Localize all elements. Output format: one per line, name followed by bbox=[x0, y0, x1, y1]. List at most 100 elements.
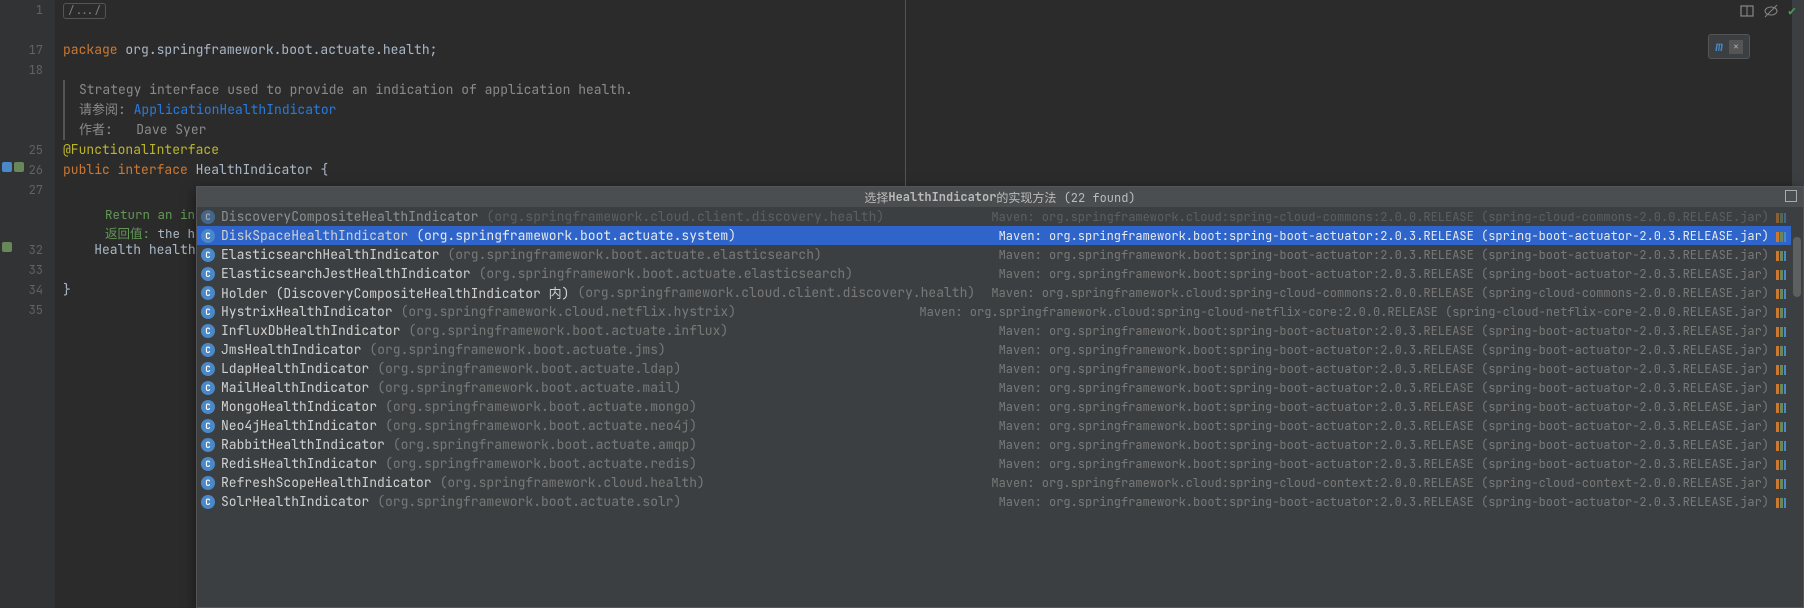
implementation-item[interactable]: CRabbitHealthIndicator(org.springframewo… bbox=[197, 435, 1791, 454]
library-info: Maven: org.springframework.boot:spring-b… bbox=[999, 323, 1769, 339]
inspection-eye-icon[interactable] bbox=[1764, 4, 1778, 18]
class-name: HystrixHealthIndicator bbox=[221, 303, 393, 320]
popup-scrollbar[interactable] bbox=[1791, 207, 1803, 607]
editor-top-toolbar: ✔ bbox=[1740, 2, 1796, 19]
popup-title-bold: HealthIndicator bbox=[888, 189, 996, 205]
implementation-item[interactable]: CJmsHealthIndicator(org.springframework.… bbox=[197, 340, 1791, 359]
javadoc-author: Dave Syer bbox=[136, 121, 206, 138]
gutter-line bbox=[0, 20, 43, 40]
class-name: LdapHealthIndicator bbox=[221, 360, 369, 377]
gutter-line: 33 bbox=[0, 260, 43, 280]
library-icon bbox=[1775, 477, 1787, 489]
class-icon: C bbox=[201, 381, 215, 395]
class-name: ElasticsearchHealthIndicator bbox=[221, 246, 439, 263]
reader-mode-icon[interactable] bbox=[1740, 4, 1754, 18]
implementation-item[interactable]: CRedisHealthIndicator(org.springframewor… bbox=[197, 454, 1791, 473]
scrollbar-thumb[interactable] bbox=[1793, 237, 1801, 297]
library-icon bbox=[1775, 287, 1787, 299]
method-return-type: Health bbox=[94, 241, 141, 258]
implementations-popup: 选择HealthIndicator的实现方法 (22 found) CDisco… bbox=[196, 186, 1804, 608]
class-name: JmsHealthIndicator bbox=[221, 341, 361, 358]
package-label: (org.springframework.boot.actuate.solr) bbox=[377, 493, 681, 510]
class-name: InfluxDbHealthIndicator bbox=[221, 322, 400, 339]
maven-icon[interactable]: m bbox=[1715, 38, 1723, 55]
fullscreen-icon[interactable] bbox=[1785, 190, 1797, 202]
library-info: Maven: org.springframework.cloud:spring-… bbox=[919, 304, 1769, 320]
javadoc-summary: Strategy interface used to provide an in… bbox=[79, 81, 633, 98]
implementation-item[interactable]: CMailHealthIndicator(org.springframework… bbox=[197, 378, 1791, 397]
library-icon bbox=[1775, 306, 1787, 318]
popup-list[interactable]: CDiscoveryCompositeHealthIndicator(org.s… bbox=[197, 207, 1791, 607]
library-icon bbox=[1775, 363, 1787, 375]
javadoc-see-link[interactable]: ApplicationHealthIndicator bbox=[134, 101, 337, 118]
implementation-item[interactable]: CInfluxDbHealthIndicator(org.springframe… bbox=[197, 321, 1791, 340]
library-info: Maven: org.springframework.boot:spring-b… bbox=[999, 228, 1769, 244]
maven-reload-toolbar: m × bbox=[1708, 34, 1750, 59]
open-brace: { bbox=[320, 161, 328, 178]
implementation-item[interactable]: CDiscoveryCompositeHealthIndicator(org.s… bbox=[197, 207, 1791, 226]
package-name: org.springframework.boot.actuate.health bbox=[125, 41, 429, 58]
method-doc-returns-label: 返回值: bbox=[105, 225, 150, 242]
analysis-ok-icon[interactable]: ✔ bbox=[1788, 2, 1796, 19]
gutter: 1171825262732333435 bbox=[0, 0, 55, 608]
implementation-item[interactable]: CSolrHealthIndicator(org.springframework… bbox=[197, 492, 1791, 511]
gutter-line bbox=[0, 120, 43, 140]
class-icon: C bbox=[201, 476, 215, 490]
class-icon: C bbox=[201, 267, 215, 281]
library-info: Maven: org.springframework.boot:spring-b… bbox=[999, 380, 1769, 396]
class-icon: C bbox=[201, 362, 215, 376]
class-icon: C bbox=[201, 438, 215, 452]
class-name: RabbitHealthIndicator bbox=[221, 436, 385, 453]
javadoc-author-label: 作者: bbox=[79, 121, 113, 138]
override-gutter-icon[interactable] bbox=[2, 242, 12, 252]
gutter-line: 18 bbox=[0, 60, 43, 80]
implementation-item[interactable]: C RefreshScopeHealthIndicator (org.springf… bbox=[197, 473, 1791, 492]
implementation-item[interactable]: CDiskSpaceHealthIndicator(org.springfram… bbox=[197, 226, 1791, 245]
library-icon bbox=[1775, 439, 1787, 451]
library-icon bbox=[1775, 230, 1787, 242]
close-brace: } bbox=[63, 281, 71, 298]
library-info: Maven: org.springframework.boot:spring-b… bbox=[999, 437, 1769, 453]
library-info: Maven: org.springframework.boot:spring-b… bbox=[999, 266, 1769, 282]
implementation-item[interactable]: CNeo4jHealthIndicator(org.springframewor… bbox=[197, 416, 1791, 435]
public-keyword: public bbox=[63, 161, 110, 178]
gutter-line: 35 bbox=[0, 300, 43, 320]
package-label: (org.springframework.cloud.client.discov… bbox=[577, 284, 975, 301]
gutter-line: 17 bbox=[0, 40, 43, 60]
override-gutter-icon[interactable] bbox=[14, 162, 24, 172]
package-label: (org.springframework.boot.actuate.redis) bbox=[385, 455, 697, 472]
interface-name: HealthIndicator bbox=[196, 161, 313, 178]
implementation-item[interactable]: CMongoHealthIndicator(org.springframewor… bbox=[197, 397, 1791, 416]
implementation-gutter-icon[interactable] bbox=[2, 162, 12, 172]
library-icon bbox=[1775, 211, 1787, 223]
class-name: RefreshScopeHealthIndicator bbox=[221, 474, 432, 491]
method-doc-returns-text: the heal bbox=[158, 225, 196, 242]
package-label: (org.springframework.boot.actuate.ldap) bbox=[377, 360, 681, 377]
class-icon: C bbox=[201, 495, 215, 509]
class-name: RedisHealthIndicator bbox=[221, 455, 377, 472]
package-label: (org.springframework.cloud.health) bbox=[440, 474, 705, 491]
gutter-line bbox=[0, 100, 43, 120]
implementation-item[interactable]: C LdapHealthIndicator (org.springframework… bbox=[197, 359, 1791, 378]
annotation: @FunctionalInterface bbox=[63, 141, 219, 158]
close-icon[interactable]: × bbox=[1729, 40, 1743, 54]
class-name: ElasticsearchJestHealthIndicator bbox=[221, 265, 471, 282]
implementation-item[interactable]: CHystrixHealthIndicator(org.springframew… bbox=[197, 302, 1791, 321]
package-label: (org.springframework.boot.actuate.jms) bbox=[369, 341, 665, 358]
class-icon: C bbox=[201, 229, 215, 243]
package-keyword: package bbox=[63, 41, 118, 58]
package-label: (org.springframework.boot.actuate.neo4j) bbox=[385, 417, 697, 434]
fold-marker[interactable]: /.../ bbox=[63, 3, 106, 19]
library-icon bbox=[1775, 325, 1787, 337]
class-name: MailHealthIndicator bbox=[221, 379, 369, 396]
library-info: Maven: org.springframework.cloud:spring-… bbox=[991, 285, 1769, 301]
implementation-item[interactable]: CElasticsearchJestHealthIndicator(org.sp… bbox=[197, 264, 1791, 283]
implementation-item[interactable]: CHolder (DiscoveryCompositeHealthIndicat… bbox=[197, 283, 1791, 302]
library-icon bbox=[1775, 249, 1787, 261]
implementation-item[interactable]: CElasticsearchHealthIndicator(org.spring… bbox=[197, 245, 1791, 264]
gutter-line: 26 bbox=[0, 160, 43, 180]
library-icon bbox=[1775, 496, 1787, 508]
editor-root: 1171825262732333435 /.../ package org.sp… bbox=[0, 0, 1804, 608]
library-info: Maven: org.springframework.boot:spring-b… bbox=[999, 247, 1769, 263]
class-name: MongoHealthIndicator bbox=[221, 398, 377, 415]
